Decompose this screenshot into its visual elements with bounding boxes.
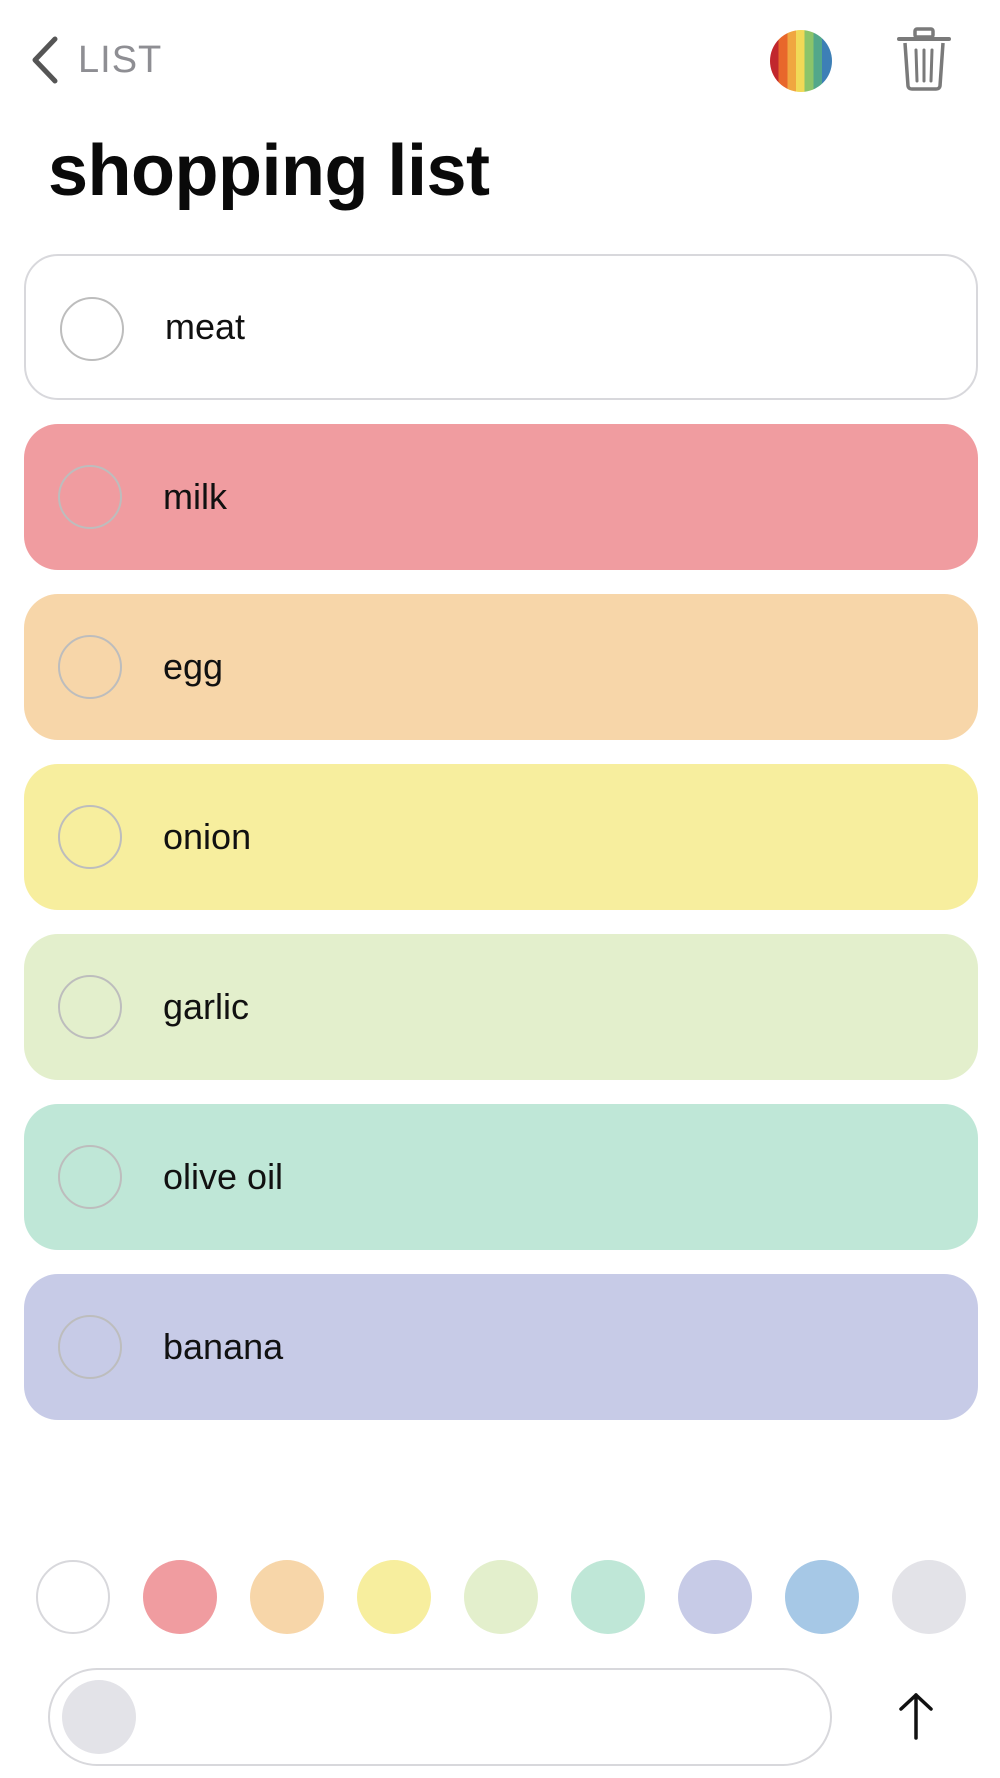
shopping-list-screen: LIST shopping list meat milk egg onion garli… xyxy=(0,0,1000,1778)
color-swatch[interactable] xyxy=(892,1560,966,1634)
color-swatch[interactable] xyxy=(357,1560,431,1634)
list-item[interactable]: egg xyxy=(24,594,978,740)
color-swatch[interactable] xyxy=(678,1560,752,1634)
list-item-label: banana xyxy=(163,1326,284,1367)
list-item[interactable]: milk xyxy=(24,424,978,570)
list-item-label: olive oil xyxy=(163,1156,284,1197)
list-item[interactable]: garlic xyxy=(24,934,978,1080)
color-swatch[interactable] xyxy=(143,1560,217,1634)
list-item-label: meat xyxy=(165,306,246,347)
list-item[interactable]: banana xyxy=(24,1274,978,1420)
item-color-dot[interactable] xyxy=(62,1680,136,1754)
page-title: shopping list xyxy=(48,131,490,211)
rainbow-circle-icon[interactable] xyxy=(770,30,832,92)
checkbox-circle[interactable] xyxy=(58,635,122,699)
checkbox-circle[interactable] xyxy=(58,465,122,529)
new-item-input[interactable] xyxy=(150,1684,810,1750)
trash-icon[interactable] xyxy=(896,26,952,92)
list-item[interactable]: onion xyxy=(24,764,978,910)
arrow-up-icon[interactable] xyxy=(895,1690,937,1742)
list-item-label: onion xyxy=(163,816,252,857)
checkbox-circle[interactable] xyxy=(60,297,124,361)
list-item[interactable]: meat xyxy=(24,254,978,400)
color-swatch[interactable] xyxy=(36,1560,110,1634)
list-item-label: milk xyxy=(163,476,227,517)
new-item-input-bar xyxy=(48,1668,832,1766)
checkbox-circle[interactable] xyxy=(58,805,122,869)
shopping-items-list: meat milk egg onion garlic olive oil banana xyxy=(24,254,978,1444)
checkbox-circle[interactable] xyxy=(58,975,122,1039)
color-swatch[interactable] xyxy=(571,1560,645,1634)
color-swatch[interactable] xyxy=(464,1560,538,1634)
chevron-left-icon xyxy=(28,33,62,87)
top-bar: LIST xyxy=(0,0,1000,120)
color-swatch[interactable] xyxy=(250,1560,324,1634)
color-palette xyxy=(36,1560,966,1634)
list-item-label: garlic xyxy=(163,986,250,1027)
list-item[interactable]: olive oil xyxy=(24,1104,978,1250)
list-item-label: egg xyxy=(163,646,224,687)
color-swatch[interactable] xyxy=(785,1560,859,1634)
back-label: LIST xyxy=(78,38,163,81)
checkbox-circle[interactable] xyxy=(58,1145,122,1209)
back-button[interactable]: LIST xyxy=(28,30,162,90)
checkbox-circle[interactable] xyxy=(58,1315,122,1379)
